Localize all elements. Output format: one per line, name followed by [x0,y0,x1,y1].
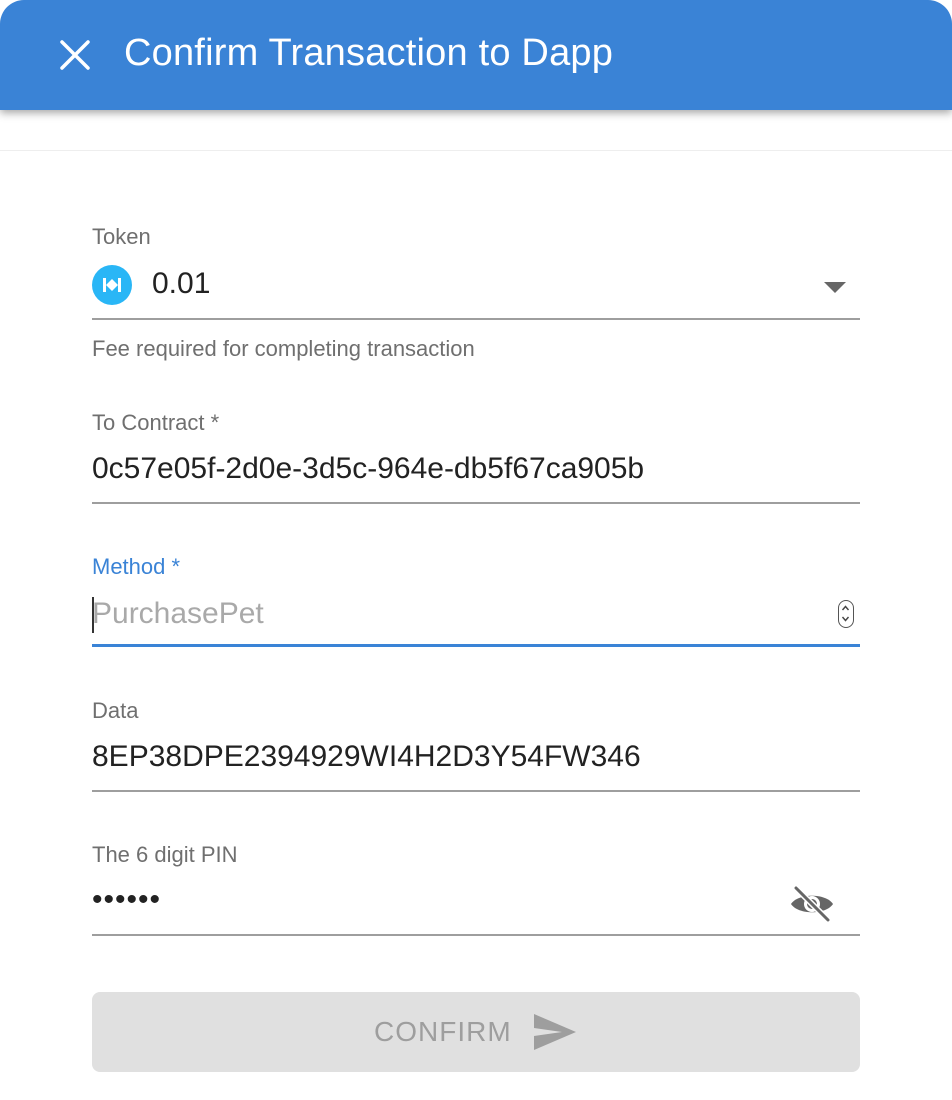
dialog-title: Confirm Transaction to Dapp [124,32,614,74]
header-subbar [0,110,952,151]
text-caret [92,597,94,633]
pin-label: The 6 digit PIN [92,842,238,867]
data-underline [92,790,860,792]
pin-underline [92,934,860,936]
method-input[interactable] [92,594,832,634]
to-contract-underline [92,502,860,504]
to-contract-value[interactable]: 0c57e05f-2d0e-3d5c-964e-db5f67ca905b [92,451,644,487]
token-helper-text: Fee required for completing transaction [92,336,475,361]
method-underline [92,644,860,647]
eye-off-icon[interactable] [788,884,836,924]
close-icon[interactable] [52,30,100,78]
dialog-header: Confirm Transaction to Dapp [0,0,952,110]
chevron-down-icon[interactable] [824,282,846,293]
spinner-icon[interactable] [838,600,854,628]
data-label: Data [92,698,139,723]
token-icon [92,265,132,305]
confirm-button[interactable]: CONFIRM [92,992,860,1072]
confirm-button-label: CONFIRM [374,1016,512,1047]
confirm-transaction-dialog: Confirm Transaction to Dapp Token 0.01 F… [0,0,952,1100]
token-amount: 0.01 [152,267,211,300]
send-icon [532,1012,578,1052]
data-value[interactable]: 8EP38DPE2394929WI4H2D3Y54FW346 [92,739,641,775]
token-label: Token [92,224,151,249]
method-label: Method * [92,554,181,579]
pin-masked-value[interactable]: •••••• [92,882,161,918]
token-underline [92,318,860,320]
to-contract-label: To Contract * [92,410,220,435]
